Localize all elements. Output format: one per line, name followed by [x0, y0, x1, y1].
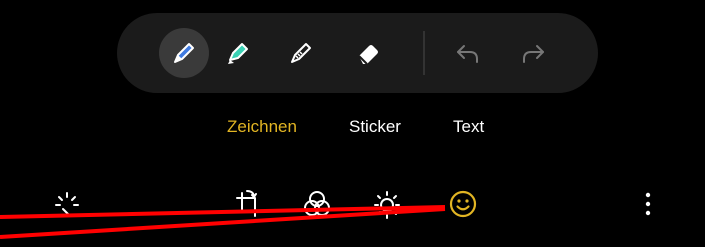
brightness-icon — [374, 191, 400, 219]
tab-draw[interactable]: Zeichnen — [227, 117, 297, 137]
auto-enhance-button[interactable] — [49, 186, 85, 222]
decorations-button[interactable] — [445, 186, 481, 222]
auto-enhance-icon — [55, 192, 79, 217]
tab-text[interactable]: Text — [453, 117, 484, 137]
transform-icon — [236, 190, 261, 217]
drawing-toolbar — [117, 13, 598, 93]
pen-tool-button[interactable] — [159, 28, 209, 78]
pixel-pen-tool-button[interactable] — [283, 35, 319, 71]
filters-icon — [304, 191, 330, 216]
highlighter-tool-button[interactable] — [220, 35, 256, 71]
tab-sticker[interactable]: Sticker — [349, 117, 401, 137]
mode-tabs: Zeichnen Sticker Text — [0, 113, 705, 145]
filters-button[interactable] — [299, 186, 335, 222]
redo-icon — [523, 45, 544, 63]
eraser-tool-button[interactable] — [350, 35, 386, 71]
more-options-button[interactable] — [630, 186, 666, 222]
eraser-icon — [358, 45, 378, 65]
decorations-icon — [449, 190, 477, 218]
more-options-icon — [645, 192, 651, 216]
undo-icon — [457, 45, 478, 63]
highlighter-icon — [228, 43, 248, 64]
transform-button[interactable] — [230, 186, 266, 222]
undo-button[interactable] — [450, 35, 486, 71]
redo-button[interactable] — [515, 35, 551, 71]
pen-icon — [174, 43, 194, 63]
toolbar-divider — [423, 31, 425, 75]
pixel-pen-icon — [291, 43, 311, 63]
brightness-button[interactable] — [369, 186, 405, 222]
